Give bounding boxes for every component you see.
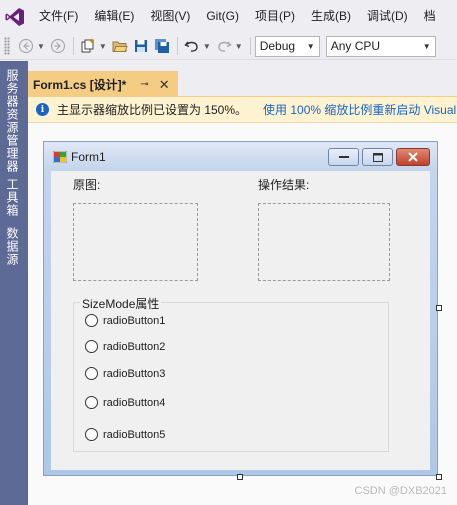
label-original[interactable]: 原图:	[73, 176, 100, 193]
resize-handle-bottom[interactable]	[237, 474, 243, 480]
toolbar-separator	[176, 37, 178, 55]
toolbox-tab[interactable]: 工具箱	[4, 178, 21, 217]
radio-circle-icon[interactable]	[85, 396, 98, 409]
redo-icon[interactable]	[214, 36, 234, 56]
chevron-down-icon[interactable]: ▼	[235, 42, 243, 51]
minimize-icon	[338, 156, 349, 158]
toolbar-separator	[249, 37, 251, 55]
navigate-forward-icon[interactable]	[48, 36, 68, 56]
label-result[interactable]: 操作结果:	[258, 176, 309, 193]
form-client-area[interactable]: 原图: 操作结果: SizeMode属性 radioButton1 radioB…	[51, 171, 430, 470]
radio-button-4[interactable]: radioButton4	[85, 396, 165, 409]
radio-label: radioButton4	[103, 396, 166, 409]
restart-scaling-link[interactable]: 使用 100% 缩放比例重新启动 Visual	[263, 101, 456, 118]
chevron-down-icon: ▼	[306, 41, 315, 51]
chevron-down-icon[interactable]: ▼	[203, 42, 211, 51]
picturebox-original[interactable]	[73, 203, 198, 281]
server-explorer-tab[interactable]: 服务器资源管理器	[4, 69, 21, 173]
data-sources-tab[interactable]: 数据源	[4, 227, 21, 266]
resize-handle-bottom-right[interactable]	[436, 474, 442, 480]
info-icon: i	[36, 103, 49, 116]
sizemode-groupbox[interactable]: SizeMode属性 radioButton1 radioButton2 rad…	[73, 295, 389, 452]
menu-file[interactable]: 文件(F)	[30, 0, 85, 33]
menu-bar: 文件(F) 编辑(E) 视图(V) Git(G) 项目(P) 生成(B) 调试(…	[0, 0, 457, 33]
menu-view[interactable]: 视图(V)	[141, 0, 197, 33]
solution-configuration-value: Debug	[259, 39, 296, 53]
solution-platform-select[interactable]: Any CPU ▼	[325, 35, 436, 57]
radio-button-1[interactable]: radioButton1	[85, 314, 165, 327]
menu-git[interactable]: Git(G)	[197, 0, 246, 33]
close-icon[interactable]: ✕	[159, 77, 170, 93]
close-icon	[408, 152, 418, 162]
open-folder-icon[interactable]	[110, 36, 130, 56]
form-window[interactable]: Form1 原图: 操作结果: SizeMode属性 radioButton1 …	[43, 141, 438, 476]
form-title: Form1	[71, 150, 106, 164]
radio-circle-icon[interactable]	[85, 340, 98, 353]
tab-title: Form1.cs [设计]*	[33, 78, 127, 92]
chevron-down-icon[interactable]: ▼	[99, 42, 107, 51]
form-title-bar[interactable]: Form1	[44, 142, 437, 171]
toolbar-separator	[72, 37, 74, 55]
menu-debug[interactable]: 调试(D)	[358, 0, 415, 33]
standard-toolbar: ▼ ▼ ▼ ▼ Debug ▼ Any CPU ▼	[0, 33, 457, 60]
radio-circle-icon[interactable]	[85, 367, 98, 380]
maximize-button[interactable]	[362, 148, 393, 166]
toolbar-grip[interactable]	[4, 37, 10, 55]
undo-icon[interactable]	[182, 36, 202, 56]
radio-label: radioButton5	[103, 428, 166, 441]
info-message: 主显示器缩放比例已设置为 150%。	[57, 103, 248, 117]
pin-icon[interactable]: ⊸	[140, 79, 148, 90]
document-tab-row: Form1.cs [设计]* ⊸ ✕	[28, 61, 457, 96]
chevron-down-icon: ▼	[422, 41, 431, 51]
solution-platform-value: Any CPU	[330, 39, 381, 53]
resize-handle-right[interactable]	[436, 305, 442, 311]
maximize-icon	[372, 152, 383, 162]
radio-circle-icon[interactable]	[85, 428, 98, 441]
new-project-icon[interactable]	[78, 36, 98, 56]
csdn-watermark: CSDN @DXB2021	[354, 485, 447, 497]
groupbox-title: SizeMode属性	[80, 295, 162, 312]
radio-label: radioButton3	[103, 367, 166, 380]
radio-circle-icon[interactable]	[85, 314, 98, 327]
save-icon[interactable]	[131, 36, 151, 56]
menu-project[interactable]: 项目(P)	[246, 0, 302, 33]
side-tool-strip: 服务器资源管理器 工具箱 数据源	[0, 61, 28, 505]
menu-build[interactable]: 生成(B)	[302, 0, 358, 33]
radio-label: radioButton2	[103, 340, 166, 353]
info-bar: i 主显示器缩放比例已设置为 150%。 使用 100% 缩放比例重新启动 Vi…	[28, 96, 457, 123]
menu-test[interactable]: 档	[415, 0, 443, 33]
visual-studio-logo-icon[interactable]	[0, 0, 30, 33]
close-button[interactable]	[396, 148, 430, 166]
minimize-button[interactable]	[328, 148, 359, 166]
radio-button-5[interactable]: radioButton5	[85, 428, 165, 441]
tab-form1-designer[interactable]: Form1.cs [设计]* ⊸ ✕	[28, 71, 178, 96]
radio-label: radioButton1	[103, 314, 166, 327]
solution-configuration-select[interactable]: Debug ▼	[254, 35, 320, 57]
navigate-back-icon[interactable]	[16, 36, 36, 56]
save-all-icon[interactable]	[152, 36, 172, 56]
chevron-down-icon[interactable]: ▼	[37, 42, 45, 51]
picturebox-result[interactable]	[258, 203, 390, 281]
menu-edit[interactable]: 编辑(E)	[85, 0, 141, 33]
radio-button-2[interactable]: radioButton2	[85, 340, 165, 353]
radio-button-3[interactable]: radioButton3	[85, 367, 165, 380]
form-icon	[53, 151, 67, 163]
